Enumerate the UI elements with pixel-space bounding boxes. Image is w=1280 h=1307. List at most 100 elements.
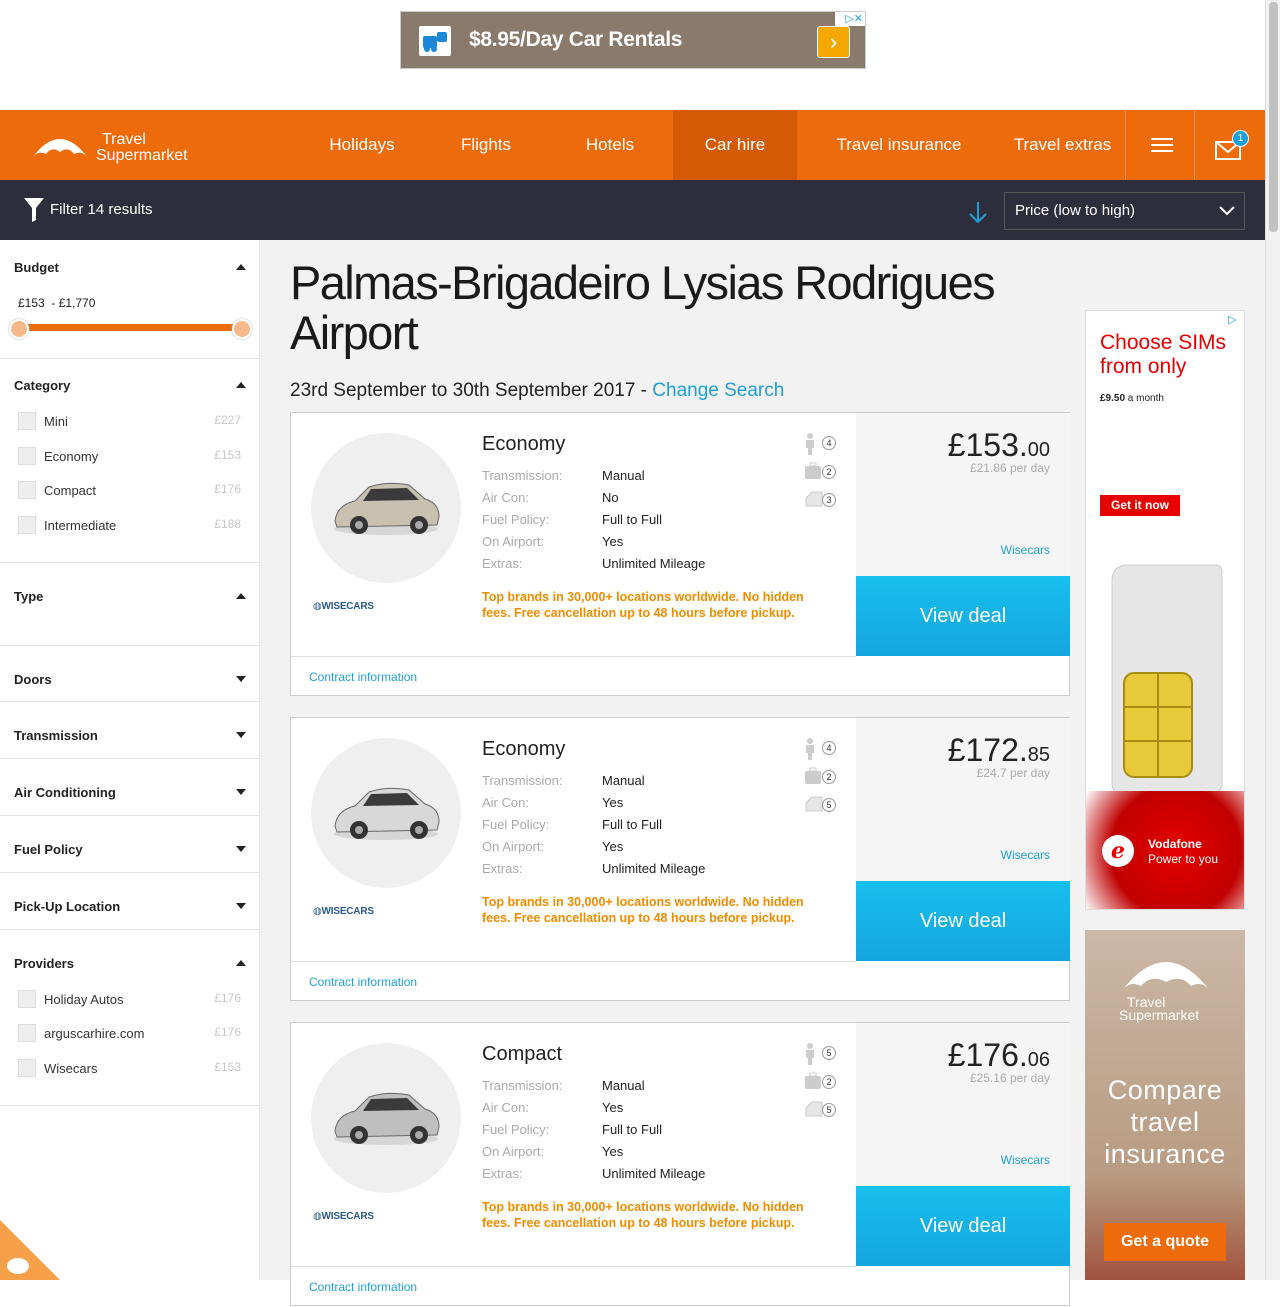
umbrella-logo-icon xyxy=(1121,962,1211,992)
spec-label: Transmission: xyxy=(482,773,563,788)
bags-info: 2 xyxy=(804,767,836,787)
budget-slider-track[interactable] xyxy=(18,324,244,331)
car-rental-icon xyxy=(419,26,451,56)
collapse-providers-icon[interactable] xyxy=(236,960,246,966)
nav-travel-extras[interactable]: Travel extras xyxy=(1000,110,1125,180)
get-a-quote-button[interactable]: Get a quote xyxy=(1104,1223,1226,1261)
category-label: Economy xyxy=(44,449,99,464)
travelsupermarket-insurance-ad[interactable]: Travel Supermarket Compare travel insura… xyxy=(1085,930,1245,1280)
total-price: £153.00 xyxy=(947,427,1050,463)
contract-information-link[interactable]: Contract information xyxy=(291,1266,856,1306)
sort-direction-arrow-icon[interactable] xyxy=(968,202,988,224)
wisecars-logo: ◍WISECARS xyxy=(313,1211,374,1222)
doors-count: 3 xyxy=(822,493,836,507)
spec-fuel: Full to Full xyxy=(602,817,662,832)
sim-ad-headline: Choose SIMs from only xyxy=(1100,331,1227,378)
spec-label: Fuel Policy: xyxy=(482,1122,550,1137)
provider-label: Wisecars xyxy=(44,1061,98,1076)
aircon-heading[interactable]: Air Conditioning xyxy=(14,785,116,800)
umbrella-logo-icon[interactable] xyxy=(30,130,90,160)
supplier-link[interactable]: Wisecars xyxy=(1001,848,1050,862)
contract-information-link[interactable]: Contract information xyxy=(291,961,856,1001)
nav-travel-insurance[interactable]: Travel insurance xyxy=(820,110,978,180)
spec-label: On Airport: xyxy=(482,839,545,854)
person-seats-icon xyxy=(806,433,814,455)
menu-hamburger-icon[interactable] xyxy=(1125,110,1195,180)
category-intermediate-checkbox[interactable] xyxy=(18,516,36,534)
page-scrollbar[interactable] xyxy=(1265,0,1280,1280)
collapse-category-icon[interactable] xyxy=(236,382,246,388)
filter-results-button[interactable]: Filter 14 results xyxy=(50,201,153,218)
provider-arguscarhire-checkbox[interactable] xyxy=(18,1024,36,1042)
adchoices-icon[interactable]: ▷✕ xyxy=(835,12,865,26)
budget-max-handle[interactable] xyxy=(232,319,252,339)
contract-information-link[interactable]: Contract information xyxy=(291,656,856,696)
provider-wisecars-checkbox[interactable] xyxy=(18,1059,36,1077)
brand-logo-text[interactable]: Travel Supermarket xyxy=(96,132,188,164)
expand-aircon-icon[interactable] xyxy=(236,789,246,795)
seats-count: 4 xyxy=(822,436,836,450)
category-mini-checkbox[interactable] xyxy=(18,412,36,430)
category-label: Compact xyxy=(44,483,97,498)
scrollbar-thumb[interactable] xyxy=(1269,2,1278,232)
bags-count: 2 xyxy=(822,465,836,479)
budget-min-handle[interactable] xyxy=(9,319,29,339)
spec-label: Air Con: xyxy=(482,795,529,810)
supplier-link[interactable]: Wisecars xyxy=(1001,543,1050,557)
change-search-link[interactable]: Change Search xyxy=(652,380,784,401)
get-it-now-button[interactable]: Get it now xyxy=(1100,495,1180,516)
seats-count: 5 xyxy=(822,1046,836,1060)
sort-selected-value: Price (low to high) xyxy=(1015,202,1136,219)
top-banner-ad[interactable]: $8.95/Day Car Rentals › ▷✕ xyxy=(400,11,866,69)
providers-heading[interactable]: Providers xyxy=(14,956,74,971)
spec-extras: Unlimited Mileage xyxy=(602,861,706,876)
chat-bubble-icon[interactable] xyxy=(0,1220,60,1280)
transmission-heading[interactable]: Transmission xyxy=(14,728,98,743)
view-deal-button[interactable]: View deal xyxy=(856,1186,1070,1266)
sort-select[interactable]: Price (low to high) xyxy=(1004,192,1245,230)
expand-pickup-location-icon[interactable] xyxy=(236,903,246,909)
result-card: ◍WISECARS Compact Transmission: Manual A… xyxy=(290,1022,1070,1306)
spec-aircon: Yes xyxy=(602,795,624,810)
notifications-envelope-icon[interactable]: 1 xyxy=(1212,130,1252,166)
view-deal-button[interactable]: View deal xyxy=(856,576,1070,656)
fuel-policy-heading[interactable]: Fuel Policy xyxy=(14,842,83,857)
spec-label: On Airport: xyxy=(482,534,545,549)
funnel-filter-icon[interactable] xyxy=(24,198,44,222)
vodafone-logo-icon: ℯ xyxy=(1102,835,1134,867)
spec-label: Air Con: xyxy=(482,490,529,505)
supplier-link[interactable]: Wisecars xyxy=(1001,1153,1050,1167)
category-economy-checkbox[interactable] xyxy=(18,447,36,465)
nav-flights[interactable]: Flights xyxy=(426,110,546,180)
expand-fuel-policy-icon[interactable] xyxy=(236,846,246,852)
view-deal-button[interactable]: View deal xyxy=(856,881,1070,961)
luggage-icon xyxy=(805,462,821,479)
category-price: £176 xyxy=(214,482,241,496)
chat-widget[interactable] xyxy=(0,1220,60,1280)
doors-count: 5 xyxy=(822,1103,836,1117)
collapse-budget-icon[interactable] xyxy=(236,264,246,270)
pickup-location-heading[interactable]: Pick-Up Location xyxy=(14,899,120,914)
category-heading[interactable]: Category xyxy=(14,378,70,393)
adchoices-icon[interactable]: ▷ xyxy=(1228,313,1242,327)
spec-airport: Yes xyxy=(602,839,624,854)
collapse-type-icon[interactable] xyxy=(236,593,246,599)
vodafone-sim-ad[interactable]: ▷ Choose SIMs from only £9.50 a month Ge… xyxy=(1085,310,1245,910)
nav-car-hire[interactable]: Car hire xyxy=(673,110,797,180)
doors-heading[interactable]: Doors xyxy=(14,672,52,687)
expand-doors-icon[interactable] xyxy=(236,676,246,682)
type-heading[interactable]: Type xyxy=(14,589,43,604)
expand-transmission-icon[interactable] xyxy=(236,732,246,738)
top-ad-arrow-button[interactable]: › xyxy=(817,26,850,58)
provider-holiday-autos-checkbox[interactable] xyxy=(18,990,36,1008)
total-price: £172.85 xyxy=(947,732,1050,768)
budget-heading[interactable]: Budget xyxy=(14,260,59,275)
spec-extras: Unlimited Mileage xyxy=(602,556,706,571)
nav-holidays[interactable]: Holidays xyxy=(302,110,422,180)
price-per-day: £24.7 per day xyxy=(976,766,1050,780)
luggage-icon xyxy=(805,767,821,784)
nav-hotels[interactable]: Hotels xyxy=(550,110,670,180)
category-compact-checkbox[interactable] xyxy=(18,481,36,499)
category-price: £188 xyxy=(214,517,241,531)
result-card: ◍WISECARS Economy Transmission: Manual A… xyxy=(290,717,1070,1001)
